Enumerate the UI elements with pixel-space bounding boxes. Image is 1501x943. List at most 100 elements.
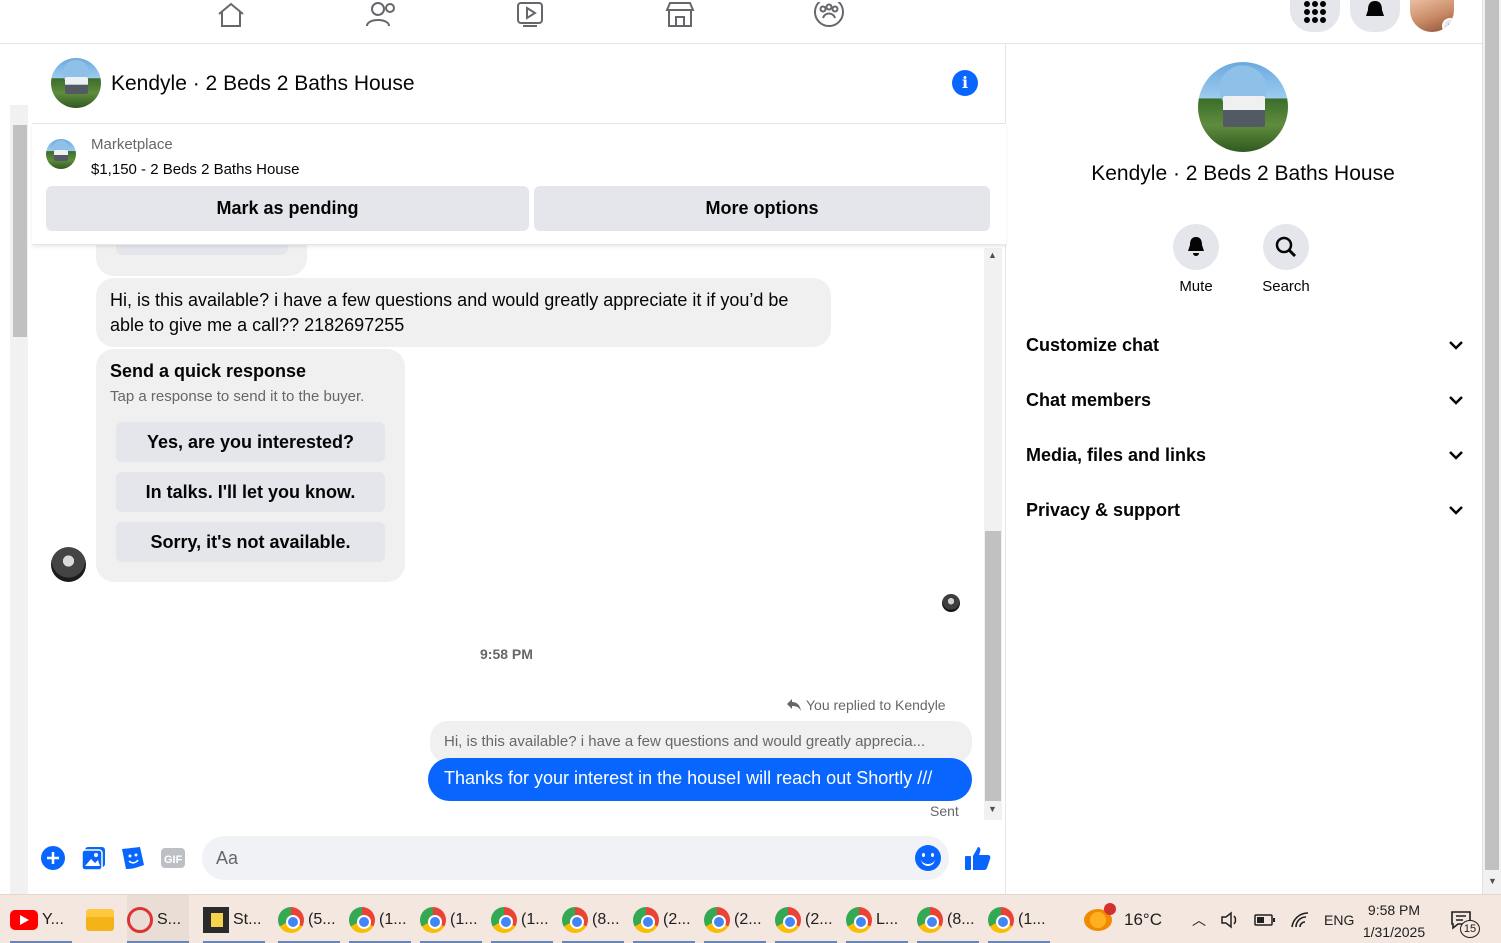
weather-widget[interactable]: 16°C: [1084, 895, 1162, 943]
gif-icon[interactable]: GIF: [160, 845, 186, 871]
taskbar-app-snipping[interactable]: S...: [127, 895, 189, 943]
battery-icon[interactable]: [1254, 913, 1276, 926]
chrome-icon: [562, 906, 588, 933]
taskbar-app-file-explorer[interactable]: [86, 895, 116, 943]
volume-icon[interactable]: [1220, 910, 1240, 929]
search-icon[interactable]: [1263, 224, 1309, 270]
photo-icon[interactable]: [81, 845, 107, 871]
taskbar-chrome-window[interactable]: (8...: [917, 895, 979, 943]
section-chat-members[interactable]: Chat members: [1026, 380, 1464, 420]
taskbar-label: St...: [233, 910, 262, 928]
taskbar-label: (1...: [521, 910, 549, 928]
sender-avatar[interactable]: [51, 547, 86, 582]
groups-icon[interactable]: [811, 0, 847, 30]
chevron-down-icon: [1449, 451, 1463, 460]
chrome-icon: [491, 906, 517, 933]
notification-icon: 15: [1450, 910, 1480, 938]
listing-avatar[interactable]: [51, 58, 101, 108]
taskbar-label: L...: [876, 910, 899, 928]
quick-response-option[interactable]: Yes, are you interested?: [116, 422, 385, 462]
quick-response-card: Send a quick response Tap a response to …: [96, 349, 405, 582]
message-input[interactable]: Aa: [202, 836, 949, 880]
snip-icon: [127, 906, 153, 933]
mute-label: Mute: [1179, 278, 1213, 295]
system-clock[interactable]: 9:58 PM 1/31/2025: [1358, 899, 1430, 943]
taskbar-chrome-window[interactable]: (1...: [491, 895, 553, 943]
page-scrollbar[interactable]: ▼: [1482, 0, 1501, 894]
taskbar-chrome-window[interactable]: (2...: [633, 895, 695, 943]
notifications-bell-icon[interactable]: [1350, 0, 1400, 32]
more-options-button[interactable]: More options: [534, 186, 990, 231]
taskbar-label: (2...: [734, 910, 762, 928]
taskbar-chrome-window[interactable]: (2...: [775, 895, 837, 943]
taskbar-chrome-window[interactable]: (2...: [704, 895, 766, 943]
quoted-message[interactable]: Hi, is this available? i have a few ques…: [430, 721, 972, 763]
conversation-avatar[interactable]: [1198, 62, 1288, 152]
weather-icon: [1084, 902, 1116, 931]
listing-card: Marketplace $1,150 - 2 Beds 2 Baths Hous…: [32, 124, 1006, 245]
sticky-notes-icon: [203, 906, 229, 933]
section-label: Media, files and links: [1026, 444, 1207, 465]
taskbar-chrome-window[interactable]: (1...: [988, 895, 1050, 943]
language-indicator[interactable]: ENG: [1324, 912, 1354, 928]
chrome-icon: [775, 906, 801, 933]
quick-response-option[interactable]: In talks. I'll let you know.: [116, 472, 385, 512]
chat-title[interactable]: Kendyle · 2 Beds 2 Baths House: [111, 72, 415, 96]
chat-info-panel: Kendyle · 2 Beds 2 Baths House Mute Sear…: [1006, 44, 1480, 894]
taskbar-chrome-window[interactable]: L...: [846, 895, 908, 943]
taskbar-chrome-window[interactable]: (5...: [278, 895, 340, 943]
friends-icon[interactable]: [364, 0, 400, 30]
chat-scrollbar[interactable]: ▲ ▼: [984, 248, 1002, 820]
search-button[interactable]: Search: [1241, 224, 1331, 295]
message-timestamp: 9:58 PM: [480, 646, 533, 662]
scroll-down-arrow-icon[interactable]: ▼: [988, 804, 997, 814]
taskbar-label: Y...: [42, 910, 64, 928]
notification-center[interactable]: 15: [1450, 895, 1480, 943]
left-scrollbar[interactable]: [10, 105, 28, 895]
bell-icon[interactable]: [1173, 224, 1219, 270]
scroll-up-arrow-icon[interactable]: ▲: [988, 250, 997, 260]
mute-button[interactable]: Mute: [1151, 224, 1241, 295]
chevron-up-icon[interactable]: ︿: [1192, 910, 1206, 930]
taskbar-label: S...: [157, 910, 182, 928]
taskbar-app-sticky[interactable]: St...: [203, 895, 265, 943]
taskbar-chrome-window[interactable]: (8...: [562, 895, 624, 943]
menu-grid-icon[interactable]: [1290, 0, 1340, 32]
seen-indicator-avatar: [942, 594, 960, 612]
chrome-icon: [349, 906, 375, 933]
emoji-icon[interactable]: [915, 845, 941, 871]
notification-badge: 15: [1460, 919, 1480, 938]
chrome-icon: [278, 906, 304, 933]
chevron-down-icon[interactable]: ▾: [1442, 18, 1454, 32]
taskbar-label: (1...: [1018, 910, 1046, 928]
section-media-files-links[interactable]: Media, files and links: [1026, 435, 1464, 475]
taskbar-label: (2...: [805, 910, 833, 928]
home-icon[interactable]: [213, 0, 249, 30]
listing-name[interactable]: $1,150 - 2 Beds 2 Baths House: [91, 161, 299, 178]
add-icon[interactable]: [40, 845, 66, 871]
taskbar-label: (8...: [592, 910, 620, 928]
marketplace-icon[interactable]: [662, 0, 698, 30]
section-customize-chat[interactable]: Customize chat: [1026, 325, 1464, 365]
taskbar-chrome-window[interactable]: (1...: [420, 895, 482, 943]
listing-thumbnail[interactable]: [46, 139, 76, 169]
sent-status: Sent: [930, 803, 959, 819]
taskbar-app-youtube[interactable]: Y...: [10, 895, 72, 943]
profile-avatar[interactable]: ▾: [1410, 0, 1454, 32]
taskbar-chrome-window[interactable]: (1...: [349, 895, 411, 943]
watch-icon[interactable]: [512, 0, 548, 30]
quick-response-title: Send a quick response: [110, 361, 307, 381]
sent-message-bubble[interactable]: Thanks for your interest in the houseI w…: [428, 758, 972, 801]
taskbar-label: (1...: [379, 910, 407, 928]
chat-header: Kendyle · 2 Beds 2 Baths House i: [32, 44, 1006, 124]
chrome-icon: [988, 906, 1014, 933]
sticker-icon[interactable]: [120, 845, 146, 871]
svg-text:GIF: GIF: [164, 854, 183, 866]
wifi-icon[interactable]: [1290, 911, 1310, 929]
like-thumb-icon[interactable]: [964, 844, 992, 872]
scroll-down-arrow-icon[interactable]: ▼: [1488, 876, 1497, 886]
section-privacy-support[interactable]: Privacy & support: [1026, 490, 1464, 530]
quick-response-option[interactable]: Sorry, it's not available.: [116, 522, 385, 562]
mark-as-pending-button[interactable]: Mark as pending: [46, 186, 529, 231]
info-icon[interactable]: i: [952, 70, 978, 96]
